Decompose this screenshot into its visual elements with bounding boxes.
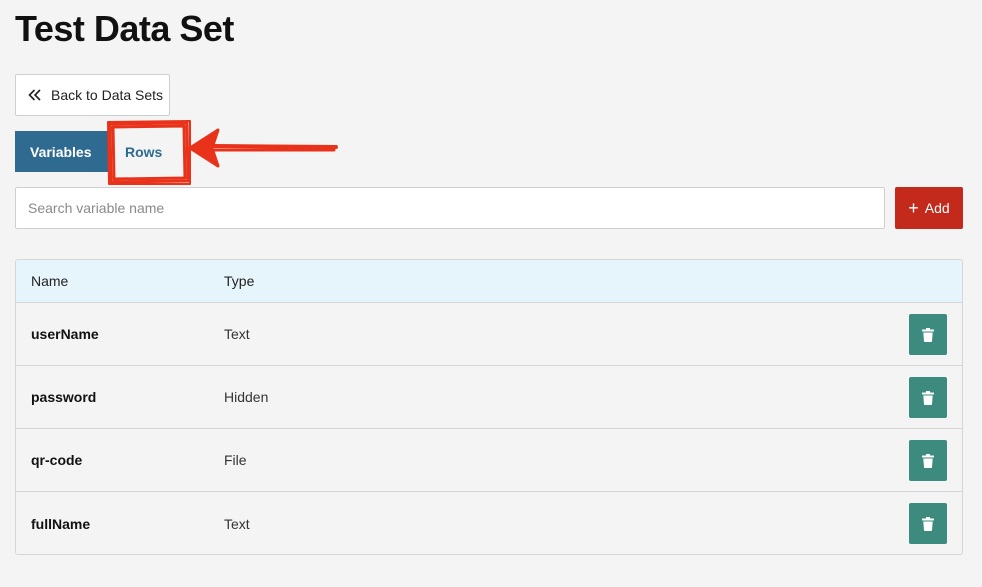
row-variable-type: Text [224, 326, 250, 342]
tab-bar: Variables Rows [15, 131, 203, 172]
trash-icon [922, 327, 934, 342]
trash-icon [922, 516, 934, 531]
row-variable-type: File [224, 452, 247, 468]
delete-row-button[interactable] [909, 503, 947, 544]
table-row: qr-code File [16, 429, 962, 492]
back-button-label: Back to Data Sets [51, 87, 164, 103]
row-variable-name: fullName [31, 515, 91, 532]
column-header-type: Type [224, 273, 255, 289]
plus-icon: + [908, 198, 919, 218]
search-variable-input[interactable] [15, 187, 885, 229]
row-variable-type: Hidden [224, 389, 269, 405]
table-row: password Hidden [16, 366, 962, 429]
back-to-data-sets-button[interactable]: Back to Data Sets [15, 74, 170, 116]
row-variable-name: password [31, 389, 97, 405]
table-header: Name Type [16, 260, 962, 303]
delete-row-button[interactable] [909, 377, 947, 418]
tab-rows[interactable]: Rows [109, 131, 203, 172]
tab-variables[interactable]: Variables [15, 131, 109, 172]
add-button-label: Add [924, 200, 950, 216]
trash-icon [922, 453, 934, 468]
row-variable-name: qr-code [31, 452, 83, 468]
column-header-name: Name [31, 273, 69, 289]
page-title: Test Data Set [15, 8, 234, 49]
table-row: fullName Text [16, 492, 962, 554]
row-variable-type: Text [224, 515, 250, 532]
double-chevron-left-icon [28, 89, 42, 101]
row-variable-name: userName [31, 326, 99, 342]
trash-icon [922, 390, 934, 405]
add-variable-button[interactable]: + Add [895, 187, 963, 229]
delete-row-button[interactable] [909, 440, 947, 481]
delete-row-button[interactable] [909, 314, 947, 355]
variables-table: Name Type userName Text password Hidden … [15, 259, 963, 555]
table-row: userName Text [16, 303, 962, 366]
